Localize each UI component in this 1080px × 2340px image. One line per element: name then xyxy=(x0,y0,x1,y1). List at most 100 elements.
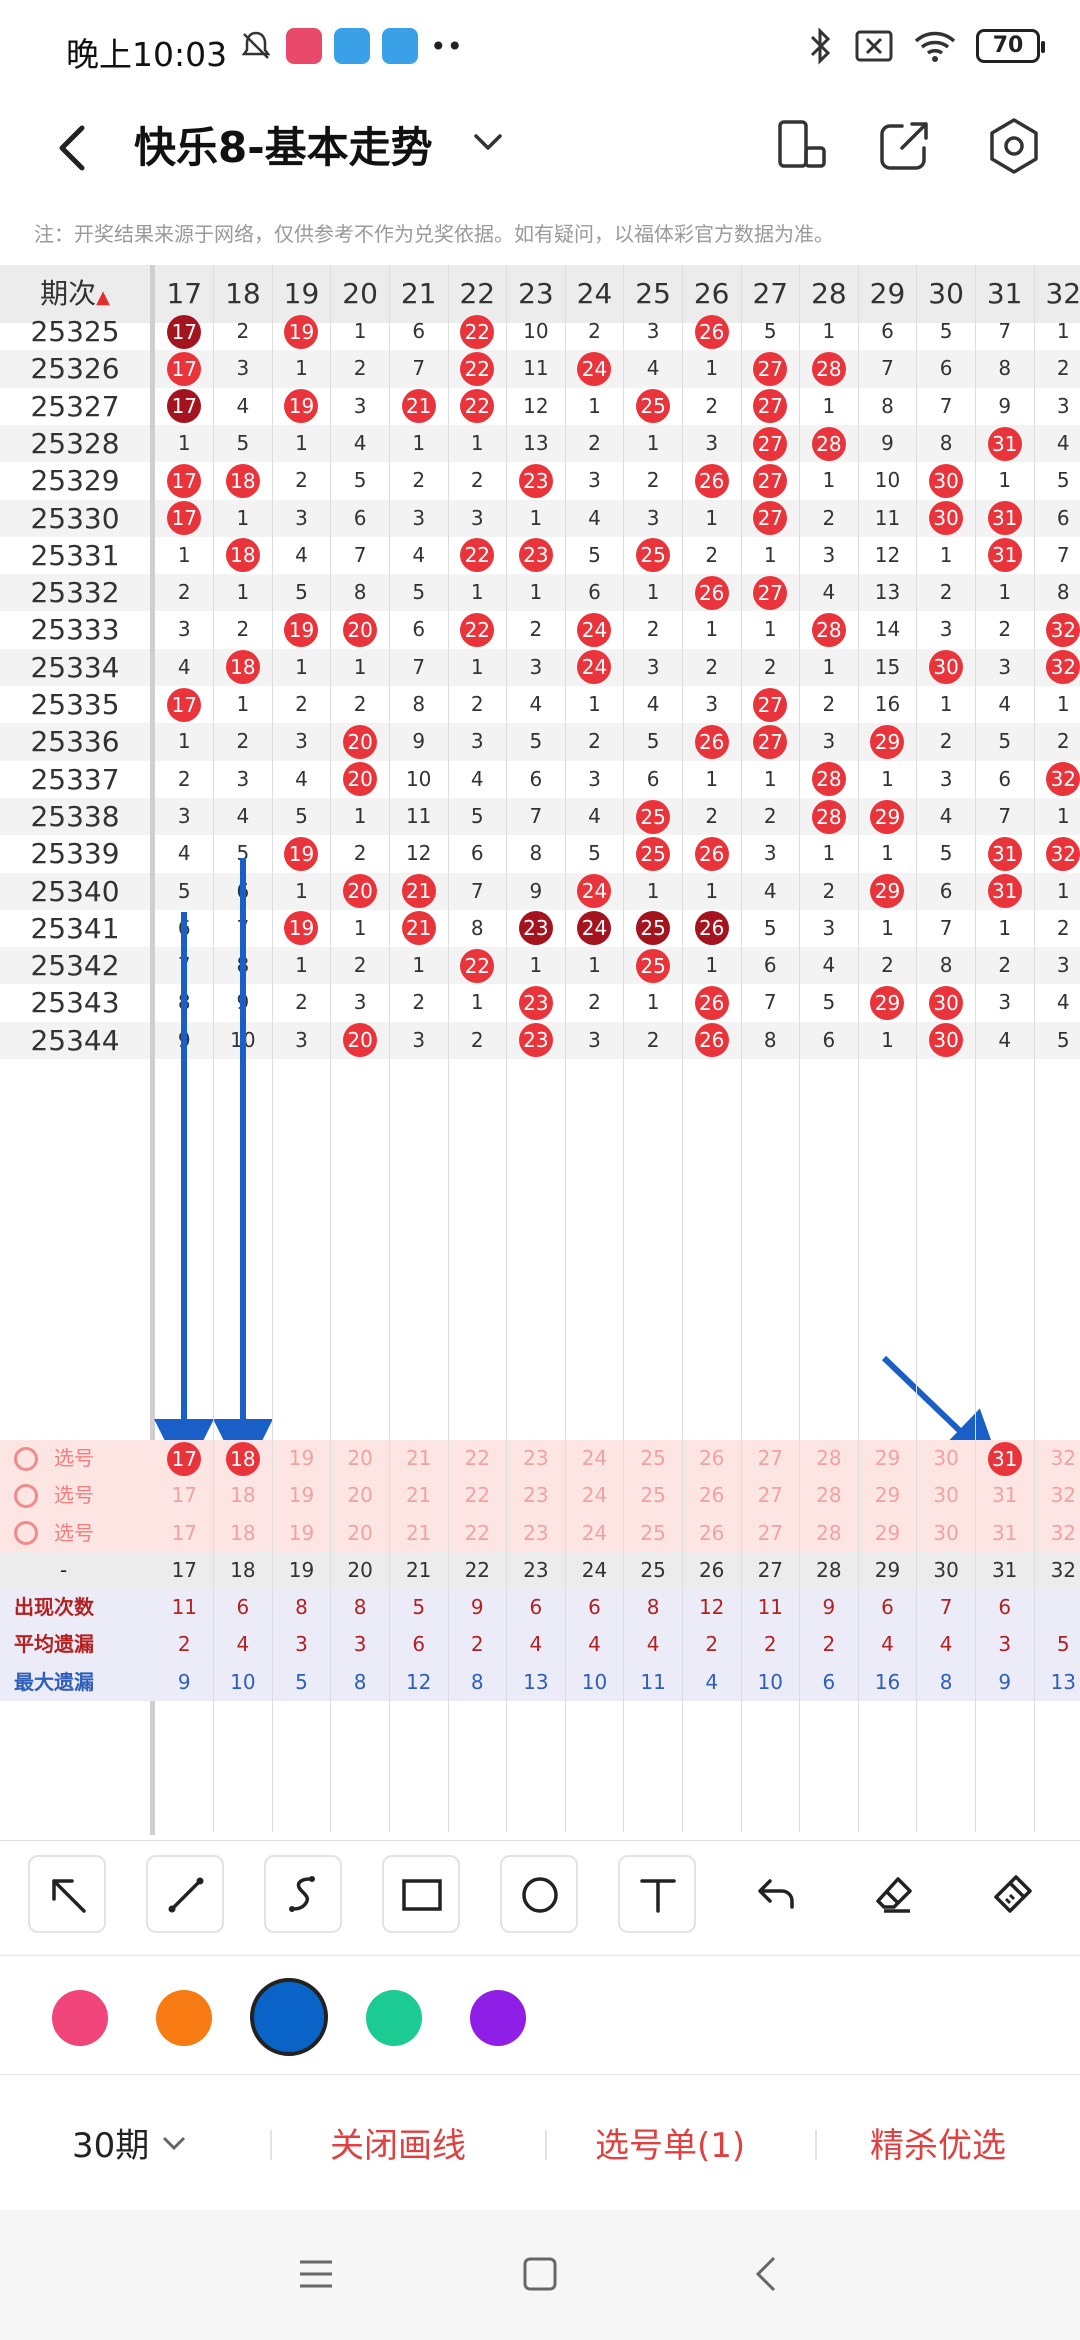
omission-cell: 1 xyxy=(470,990,484,1015)
omission-cell: 8 xyxy=(529,841,543,866)
pick-number[interactable]: 25 xyxy=(624,1477,683,1514)
pick-number[interactable]: 19 xyxy=(272,1515,331,1552)
pick-number[interactable]: 24 xyxy=(565,1477,624,1514)
omission-cell: 5 xyxy=(939,841,953,866)
pick-number[interactable]: 19 xyxy=(272,1477,331,1514)
pick-number[interactable]: 29 xyxy=(858,1440,917,1477)
pick-number[interactable]: 23 xyxy=(507,1440,566,1477)
radio-circle-icon[interactable] xyxy=(14,1521,38,1546)
pick-number[interactable]: 30 xyxy=(917,1477,976,1514)
pick-number[interactable]: 31 xyxy=(975,1515,1034,1552)
back-arrow-icon[interactable] xyxy=(44,118,104,178)
pick-number[interactable]: 26 xyxy=(682,1515,741,1552)
pick-number[interactable]: 25 xyxy=(624,1440,683,1477)
pick-number[interactable]: 25 xyxy=(624,1515,683,1552)
pick-row-toggle[interactable]: 选号 xyxy=(14,1440,94,1477)
period-selector[interactable]: 30期 xyxy=(72,2118,189,2167)
pick-number[interactable]: 27 xyxy=(741,1515,800,1552)
color-swatch[interactable] xyxy=(366,1990,422,2046)
eraser-tool[interactable] xyxy=(854,1855,932,1933)
color-swatch[interactable] xyxy=(156,1990,212,2046)
stats-value: 9 xyxy=(998,1669,1012,1694)
line-tool[interactable] xyxy=(146,1855,224,1933)
radio-circle-icon[interactable] xyxy=(14,1446,38,1471)
circle-tool[interactable] xyxy=(500,1855,578,1933)
pick-number[interactable]: 20 xyxy=(331,1477,390,1514)
color-swatch[interactable] xyxy=(470,1990,526,2046)
undo-tool[interactable] xyxy=(736,1855,814,1933)
pick-number[interactable]: 28 xyxy=(800,1440,859,1477)
pick-number[interactable]: 23 xyxy=(507,1477,566,1514)
curve-tool[interactable] xyxy=(264,1855,342,1933)
text-tool[interactable] xyxy=(618,1855,696,1933)
color-swatch[interactable] xyxy=(52,1990,108,2046)
pick-list-button[interactable]: 选号单(1) xyxy=(595,2118,745,2167)
back-icon[interactable] xyxy=(744,2250,792,2298)
pick-number[interactable]: 20 xyxy=(331,1515,390,1552)
winning-number-cell: 20 xyxy=(331,873,390,910)
orientation-toggle-icon[interactable] xyxy=(768,114,832,178)
arrow-tool[interactable] xyxy=(28,1855,106,1933)
menu-icon[interactable] xyxy=(292,2250,340,2298)
omission-cell: 1 xyxy=(236,505,250,530)
page-title[interactable]: 快乐8-基本走势 xyxy=(134,114,433,175)
pick-number[interactable]: 29 xyxy=(858,1515,917,1552)
pick-number[interactable]: 18 xyxy=(214,1515,273,1552)
winning-number-cell: 30 xyxy=(917,462,976,499)
mute-bell-icon xyxy=(241,31,271,59)
pick-number[interactable]: 17 xyxy=(155,1477,214,1514)
pick-number[interactable]: 22 xyxy=(448,1515,507,1552)
pick-row-toggle[interactable]: 选号 xyxy=(14,1477,94,1514)
stats-value: 6 xyxy=(588,1595,601,1619)
pick-number[interactable]: 32 xyxy=(1034,1477,1080,1514)
pick-number[interactable]: 24 xyxy=(565,1515,624,1552)
pick-number[interactable]: 26 xyxy=(682,1477,741,1514)
pick-number[interactable]: 22 xyxy=(448,1477,507,1514)
omission-cell: 5 xyxy=(529,729,543,754)
rect-tool[interactable] xyxy=(382,1855,460,1933)
pick-number[interactable]: 30 xyxy=(917,1515,976,1552)
pick-number[interactable]: 29 xyxy=(858,1477,917,1514)
omission-cell: 1 xyxy=(236,692,250,716)
clear-tool[interactable] xyxy=(972,1855,1050,1933)
pick-number[interactable]: 21 xyxy=(389,1440,448,1477)
color-swatch[interactable] xyxy=(250,1978,328,2056)
share-icon[interactable] xyxy=(872,114,936,178)
pick-number[interactable]: 23 xyxy=(507,1515,566,1552)
grid-line xyxy=(564,265,566,1832)
system-nav-bar xyxy=(0,2210,1080,2340)
pick-number[interactable]: 24 xyxy=(565,1440,624,1477)
pick-number[interactable]: 19 xyxy=(272,1440,331,1477)
pick-number[interactable]: 28 xyxy=(800,1515,859,1552)
pick-number[interactable]: 21 xyxy=(389,1515,448,1552)
pick-number[interactable]: 22 xyxy=(448,1440,507,1477)
pick-number[interactable]: 31 xyxy=(975,1477,1034,1514)
pick-number[interactable]: 32 xyxy=(1034,1515,1080,1552)
pick-number[interactable]: 28 xyxy=(800,1477,859,1514)
omission-cell: 2 xyxy=(353,953,367,978)
pick-number[interactable]: 30 xyxy=(917,1440,976,1477)
pick-number[interactable]: 20 xyxy=(331,1440,390,1477)
pick-number[interactable]: 27 xyxy=(741,1440,800,1477)
pick-number[interactable]: 21 xyxy=(389,1477,448,1514)
pick-number-selected[interactable]: 17 xyxy=(155,1440,214,1477)
home-icon[interactable] xyxy=(516,2250,564,2298)
pick-number[interactable]: 17 xyxy=(155,1515,214,1552)
radio-circle-icon[interactable] xyxy=(14,1483,38,1508)
premium-pick-button[interactable]: 精杀优选 xyxy=(870,2118,1006,2167)
number-ball: 31 xyxy=(987,501,1022,536)
table-row: 25344 9 10 3 20 3 2 23 3 2 26 8 6 1 30 4 5 xyxy=(0,1021,1080,1059)
pick-row-toggle[interactable]: 选号 xyxy=(14,1515,94,1552)
pick-number-selected[interactable]: 31 xyxy=(975,1440,1034,1477)
chevron-down-icon[interactable] xyxy=(468,122,508,162)
pick-number[interactable]: 27 xyxy=(741,1477,800,1514)
omission-cell: 4 xyxy=(236,393,250,418)
close-drawing-button[interactable]: 关闭画线 xyxy=(330,2118,466,2167)
number-ball: 26 xyxy=(694,575,729,610)
pick-number[interactable]: 26 xyxy=(682,1440,741,1477)
stats-value: 2 xyxy=(705,1632,719,1657)
pick-number[interactable]: 32 xyxy=(1034,1440,1080,1477)
pick-number[interactable]: 18 xyxy=(214,1477,273,1514)
pick-number-selected[interactable]: 18 xyxy=(214,1440,273,1477)
settings-gear-icon[interactable] xyxy=(982,114,1046,178)
